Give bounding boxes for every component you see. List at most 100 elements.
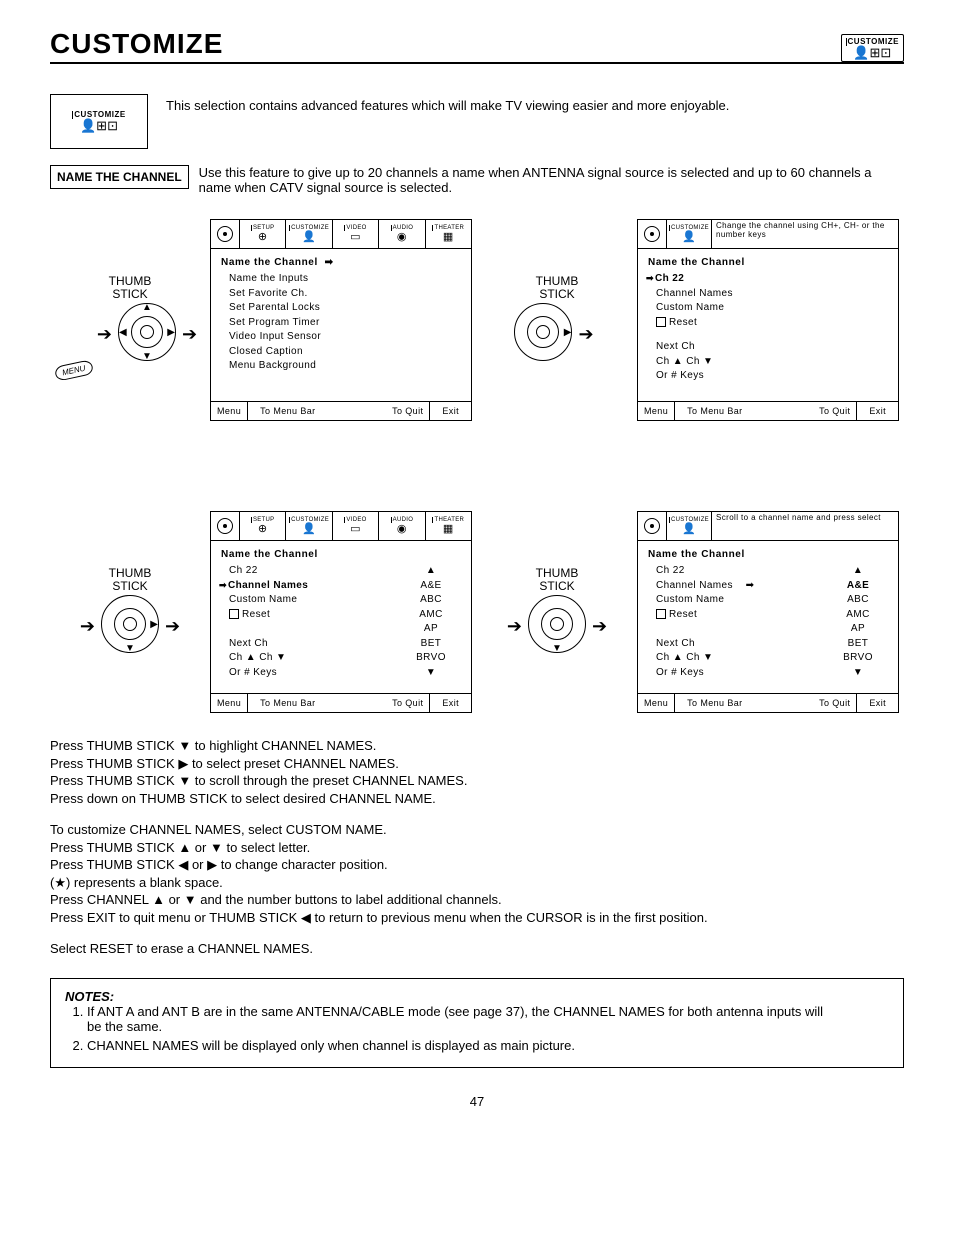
step-grid: THUMBSTICK MENU ➔ ▲▼ ▶◀ ➔ SETUP⊕ CUSTOMI… [50,219,904,713]
list-item[interactable]: AMC [828,608,888,623]
tab-theater[interactable]: THEATER▦ [426,512,471,540]
osd-panel-4: CUSTOMIZE👤 Scroll to a channel name and … [637,511,899,713]
list-item[interactable]: Ch 22 [656,564,828,579]
checkbox-icon[interactable] [229,609,239,619]
list-item[interactable]: BET [828,637,888,652]
footer-toquit: To Quit [386,698,429,708]
list-item[interactable]: Custom Name [656,301,888,316]
footer-exit: Exit [863,698,892,708]
list-item[interactable]: Ch 22 [656,272,888,287]
list-item[interactable]: ▲ [401,564,461,579]
thumb-stick-label: THUMBSTICK [109,567,152,593]
osd-panel-2: CUSTOMIZE👤 Change the channel using CH+,… [637,219,899,421]
thumb-stick-icon[interactable]: ▶ [514,303,572,361]
instruction-line: Press CHANNEL ▲ or ▼ and the number butt… [50,891,904,909]
list-item: Next Ch [656,340,888,355]
list-item[interactable]: ▼ [401,666,461,681]
thumb-stick-icon[interactable]: ▼▶ [101,595,159,653]
osd-heading: Name the Channel [221,549,461,560]
list-item[interactable]: BRVO [828,651,888,666]
tab-customize[interactable]: CUSTOMIZE👤 [667,220,712,248]
footer-menu: Menu [638,698,674,708]
instructions-block-3: Select RESET to erase a CHANNEL NAMES. [50,940,904,958]
checkbox-icon[interactable] [656,317,666,327]
tab-audio[interactable]: AUDIO◉ [379,512,425,540]
step-3: THUMBSTICK ➔ ▼▶ ➔ SETUP⊕ CUSTOMIZE👤 VIDE… [50,511,477,713]
instruction-line: Select RESET to erase a CHANNEL NAMES. [50,940,904,958]
instruction-line: Press THUMB STICK ▼ to scroll through th… [50,772,904,790]
tab-video[interactable]: VIDEO▭ [333,512,379,540]
list-item[interactable]: Reset [656,316,888,331]
tab-setup[interactable]: SETUP⊕ [240,220,286,248]
thumb-stick-icon[interactable]: ▼ [528,595,586,653]
osd-panel-1: SETUP⊕ CUSTOMIZE👤 VIDEO▭ AUDIO◉ THEATER▦… [210,219,472,421]
instructions-block-2: To customize CHANNEL NAMES, select CUSTO… [50,821,904,926]
list-item[interactable]: Name the Inputs [229,272,461,287]
list-item[interactable]: Custom Name [229,593,401,608]
list-item[interactable]: Closed Caption [229,345,461,360]
thumb-stick-icon[interactable]: ▲▼ ▶◀ [118,303,176,361]
header-rule [50,62,904,64]
list-item[interactable]: Channel Names ➡ [656,579,828,594]
tab-video[interactable]: VIDEO▭ [333,220,379,248]
list-item: Next Ch [229,637,401,652]
list-item[interactable]: Channel Names [656,287,888,302]
footer-tomenu: To Menu Bar [681,406,748,416]
footer-toquit: To Quit [813,406,856,416]
list-item[interactable]: BRVO [401,651,461,666]
thumb-stick-label: THUMBSTICK [536,567,579,593]
step-1: THUMBSTICK MENU ➔ ▲▼ ▶◀ ➔ SETUP⊕ CUSTOMI… [50,219,477,421]
joy-icon [644,226,660,242]
footer-menu: Menu [211,406,247,416]
instruction-line: To customize CHANNEL NAMES, select CUSTO… [50,821,904,839]
list-item[interactable]: A&E [401,579,461,594]
osd-heading: Name the Channel [221,257,318,268]
flow-arrow-icon: ➔ [182,324,197,345]
instruction-line: Press THUMB STICK ▲ or ▼ to select lette… [50,839,904,857]
list-item[interactable]: Set Parental Locks [229,301,461,316]
tab-setup[interactable]: SETUP⊕ [240,512,286,540]
osd-tabs: SETUP⊕ CUSTOMIZE👤 VIDEO▭ AUDIO◉ THEATER▦ [211,220,471,249]
tab-customize[interactable]: CUSTOMIZE👤 [286,512,332,540]
list-item[interactable]: AP [401,622,461,637]
list-item: Next Ch [656,637,828,652]
footer-tomenu: To Menu Bar [681,698,748,708]
section-label: NAME THE CHANNEL [50,165,189,189]
intro-text: This selection contains advanced feature… [166,94,904,149]
list-item[interactable]: ▼ [828,666,888,681]
list-item[interactable]: A&E [828,579,888,594]
joy-icon [217,226,233,242]
flow-arrow-icon: ➔ [578,324,593,345]
list-item[interactable]: Video Input Sensor [229,330,461,345]
list-item[interactable]: Set Favorite Ch. [229,287,461,302]
page-title: CUSTOMIZE [50,28,223,60]
tab-hint: Change the channel using CH+, CH- or the… [712,220,898,248]
list-item[interactable]: Channel Names [229,579,401,594]
instruction-line: (★) represents a blank space. [50,874,904,892]
list-item[interactable]: AP [828,622,888,637]
list-item[interactable]: Reset [229,608,401,623]
osd-heading: Name the Channel [648,257,888,268]
list-item[interactable]: ABC [828,593,888,608]
menu-button[interactable]: MENU [54,359,94,381]
list-item[interactable]: Set Program Timer [229,316,461,331]
footer-toquit: To Quit [386,406,429,416]
footer-toquit: To Quit [813,698,856,708]
list-item[interactable]: Reset [656,608,828,623]
tab-audio[interactable]: AUDIO◉ [379,220,425,248]
footer-menu: Menu [638,406,674,416]
list-item[interactable]: AMC [401,608,461,623]
tab-customize[interactable]: CUSTOMIZE👤 [667,512,712,540]
tab-theater[interactable]: THEATER▦ [426,220,471,248]
checkbox-icon[interactable] [656,609,666,619]
section-text: Use this feature to give up to 20 channe… [199,165,904,195]
osd-panel-3: SETUP⊕ CUSTOMIZE👤 VIDEO▭ AUDIO◉ THEATER▦… [210,511,472,713]
list-item[interactable]: Menu Background [229,359,461,374]
list-item[interactable]: ▲ [828,564,888,579]
list-item[interactable]: Ch 22 [229,564,401,579]
note-item: If ANT A and ANT B are in the same ANTEN… [87,1004,841,1034]
list-item[interactable]: Custom Name [656,593,828,608]
tab-customize[interactable]: CUSTOMIZE👤 [286,220,332,248]
list-item[interactable]: ABC [401,593,461,608]
list-item[interactable]: BET [401,637,461,652]
